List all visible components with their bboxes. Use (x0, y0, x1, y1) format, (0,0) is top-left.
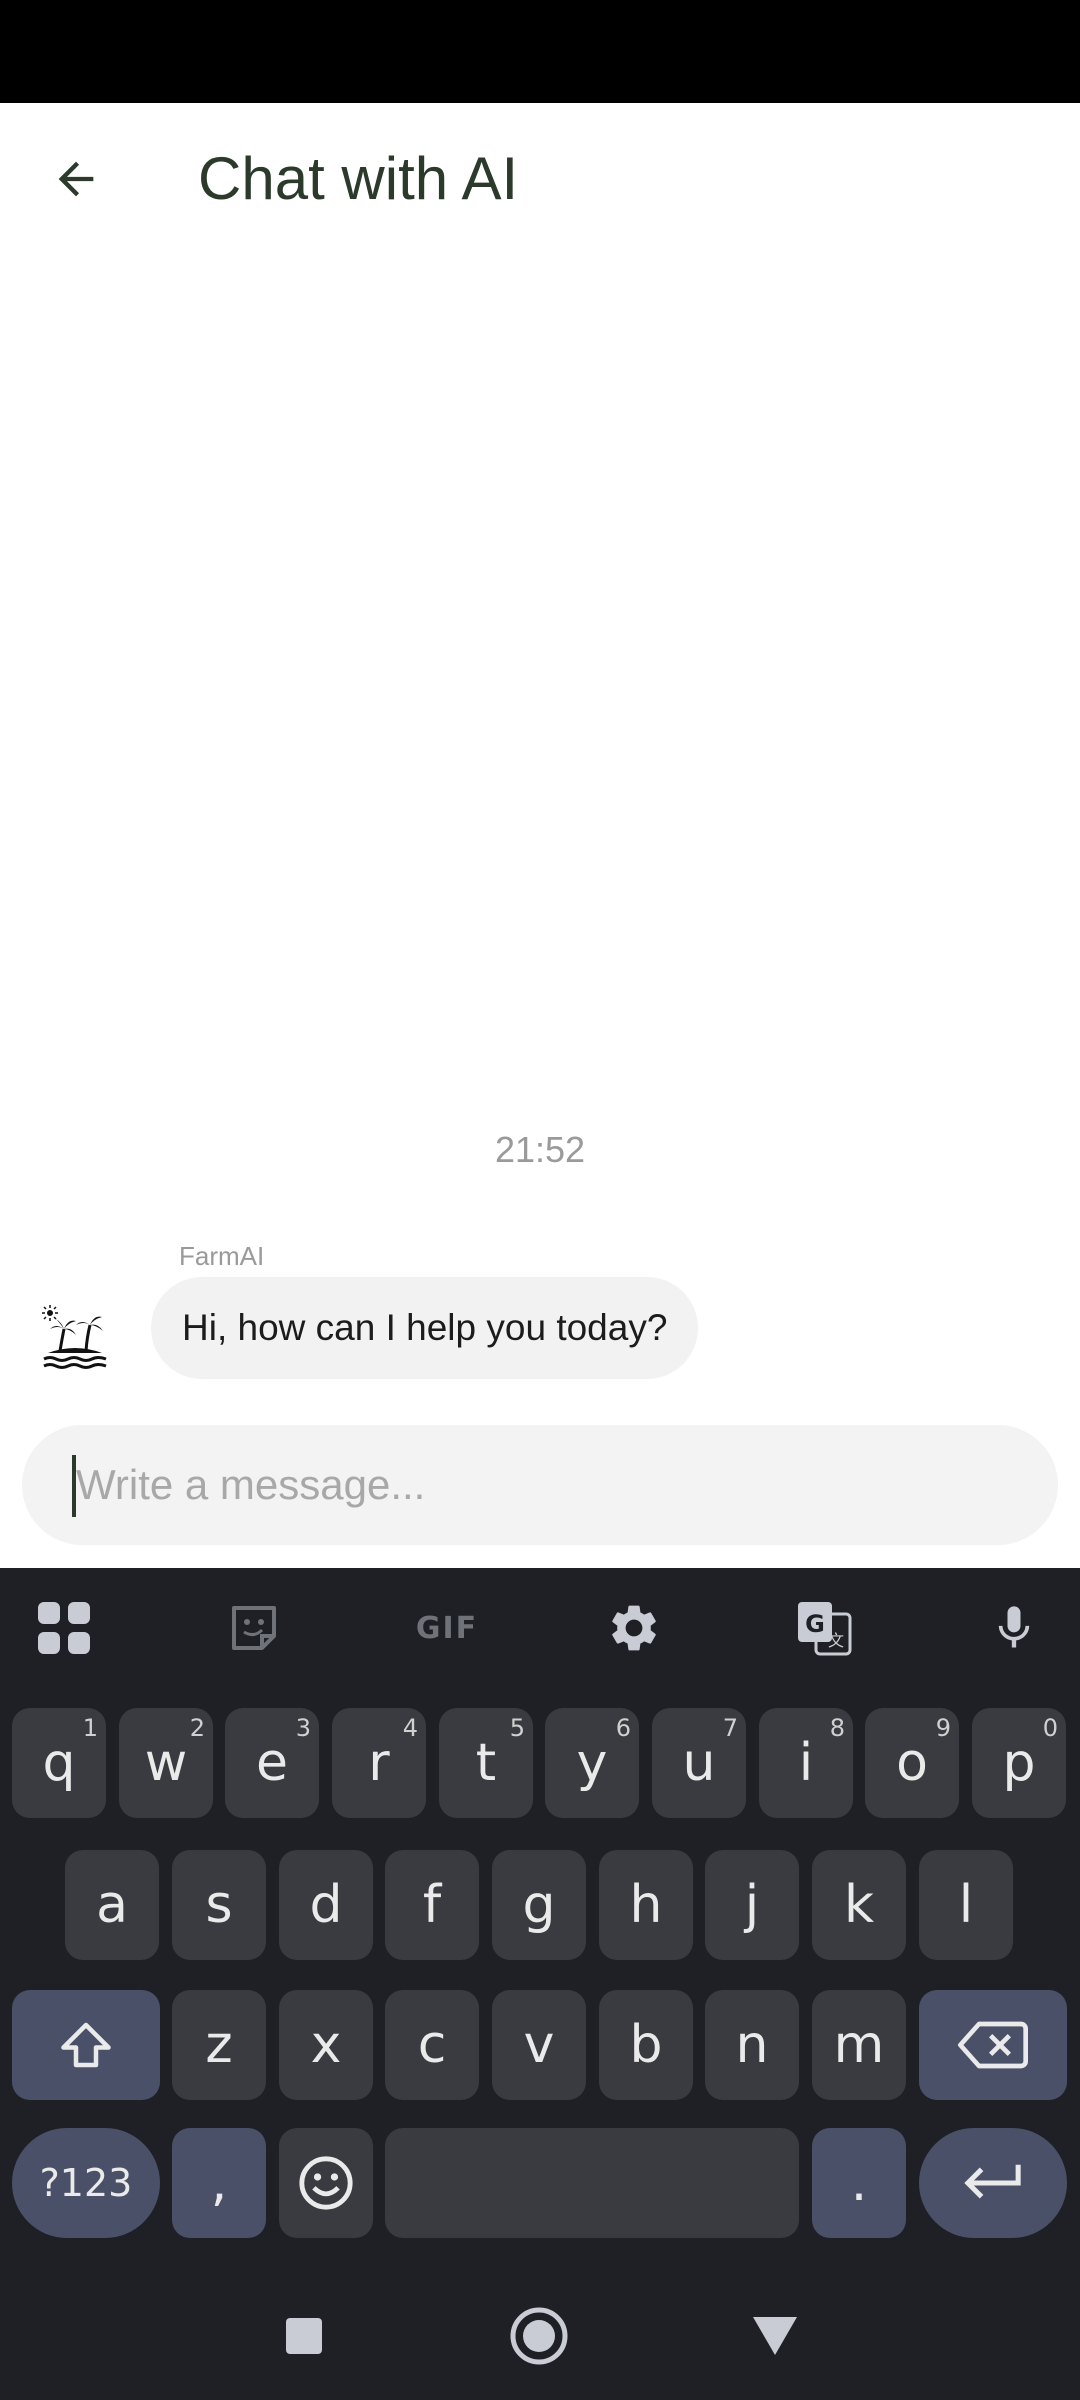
key-l[interactable]: l (919, 1850, 1013, 1960)
key-q[interactable]: q1 (12, 1708, 106, 1818)
emoji-key[interactable] (279, 2128, 373, 2238)
settings-gear-icon (612, 1605, 656, 1651)
key-n[interactable]: n (705, 1990, 799, 2100)
apps-grid-icon (38, 1602, 90, 1654)
message-timestamp: 21:52 (494, 1129, 586, 1170)
key-h[interactable]: h (599, 1850, 693, 1960)
key-y[interactable]: y6 (545, 1708, 639, 1818)
space-key[interactable] (385, 2128, 799, 2238)
key-t[interactable]: t5 (439, 1708, 533, 1818)
key-v[interactable]: v (492, 1990, 586, 2100)
translate-icon: G 文 (798, 1602, 852, 1656)
settings-button[interactable] (596, 1590, 672, 1666)
key-b[interactable]: b (599, 1990, 693, 2100)
arrow-back-icon (58, 161, 94, 197)
sender-name: FarmAI (179, 1241, 265, 1271)
shift-arrow-icon (61, 2022, 111, 2068)
microphone-button[interactable] (976, 1590, 1052, 1666)
key-a[interactable]: a (65, 1850, 159, 1960)
translate-button[interactable]: G 文 (786, 1590, 862, 1666)
svg-text:G: G (805, 1610, 825, 1638)
message-composer[interactable] (22, 1425, 1058, 1545)
key-w[interactable]: w2 (119, 1708, 213, 1818)
gif-label: GIF (415, 1610, 479, 1646)
key-g[interactable]: g (492, 1850, 586, 1960)
emoji-smile-icon (299, 2156, 353, 2210)
key-e[interactable]: e3 (225, 1708, 319, 1818)
backspace-key[interactable] (919, 1990, 1067, 2100)
key-r[interactable]: r4 (332, 1708, 426, 1818)
square-recents-icon (286, 2318, 322, 2354)
apps-grid-button[interactable] (26, 1590, 102, 1666)
enter-key[interactable] (919, 2128, 1067, 2238)
back-button[interactable] (36, 139, 116, 219)
system-nav-bar (0, 2272, 1080, 2400)
key-i[interactable]: i8 (759, 1708, 853, 1818)
key-u[interactable]: u7 (652, 1708, 746, 1818)
triangle-back-icon (753, 2317, 797, 2355)
key-j[interactable]: j (705, 1850, 799, 1960)
key-k[interactable]: k (812, 1850, 906, 1960)
island-palm-icon (42, 1305, 107, 1369)
period-key[interactable]: . (812, 2128, 906, 2238)
back-nav-button[interactable] (745, 2306, 805, 2366)
recents-button[interactable] (274, 2306, 334, 2366)
home-button[interactable] (509, 2306, 569, 2366)
chat-area[interactable]: 21:52 FarmAI Hi, how can I help you toda… (0, 253, 1080, 1413)
key-x[interactable]: x (279, 1990, 373, 2100)
svg-text:文: 文 (828, 1631, 844, 1650)
key-z[interactable]: z (172, 1990, 266, 2100)
status-bar (0, 0, 1080, 103)
key-o[interactable]: o9 (865, 1708, 959, 1818)
key-s[interactable]: s (172, 1850, 266, 1960)
symbols-key[interactable]: ?123 (12, 2128, 160, 2238)
app-bar: Chat with AI (0, 103, 1080, 253)
key-f[interactable]: f (385, 1850, 479, 1960)
message-bubble: Hi, how can I help you today? (151, 1277, 699, 1379)
circle-home-icon (510, 2307, 568, 2365)
key-c[interactable]: c (385, 1990, 479, 2100)
key-p[interactable]: p0 (972, 1708, 1066, 1818)
key-m[interactable]: m (812, 1990, 906, 2100)
keyboard-toolbar: GIF G 文 (0, 1568, 1080, 1688)
gif-button[interactable]: GIF (406, 1590, 488, 1666)
shift-key[interactable] (12, 1990, 160, 2100)
comma-key[interactable]: , (172, 2128, 266, 2238)
message-input[interactable] (74, 1425, 1036, 1545)
enter-return-icon (964, 2164, 1021, 2199)
microphone-icon (998, 1606, 1030, 1648)
sticker-icon (232, 1606, 276, 1650)
backspace-icon (958, 2021, 1028, 2069)
sticker-button[interactable] (216, 1590, 292, 1666)
page-title: Chat with AI (198, 145, 519, 212)
key-d[interactable]: d (279, 1850, 373, 1960)
